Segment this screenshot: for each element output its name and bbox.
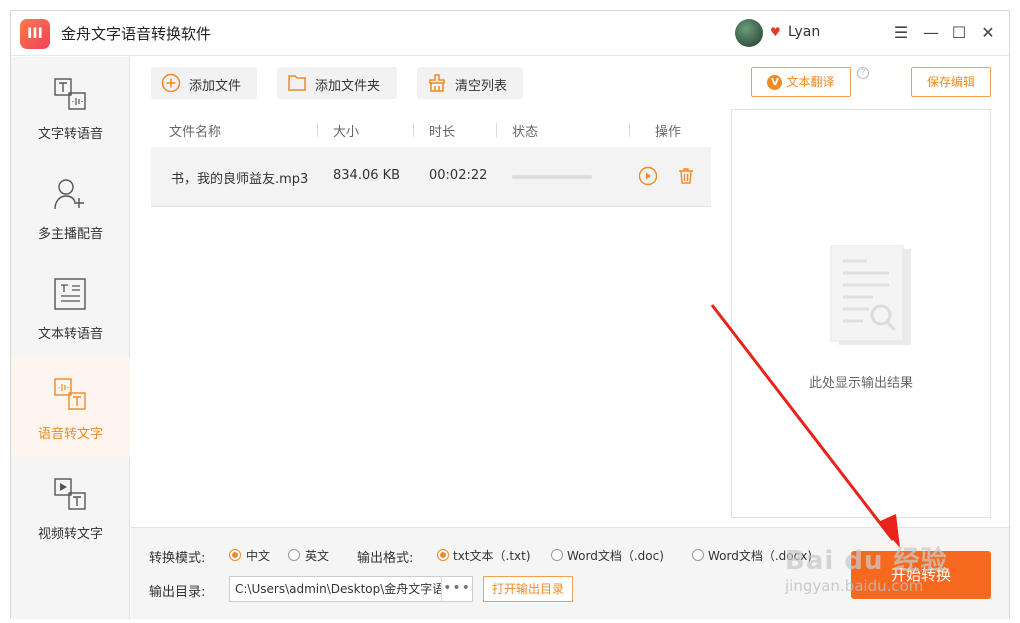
help-icon[interactable]: ? bbox=[857, 67, 869, 79]
sidebar-item-label: 文本转语音 bbox=[37, 327, 103, 342]
format-doc-radio[interactable] bbox=[551, 549, 563, 561]
col-separator bbox=[317, 123, 318, 137]
file-name-cell: 书，我的良师益友.mp3 bbox=[171, 172, 309, 187]
sidebar-item-label: 多主播配音 bbox=[37, 227, 103, 242]
col-separator bbox=[413, 123, 414, 137]
clear-list-label: 清空列表 bbox=[455, 79, 508, 94]
clear-list-button[interactable]: 清空列表 bbox=[417, 67, 523, 99]
add-file-label: 添加文件 bbox=[189, 79, 242, 94]
text-translate-label: 文本翻译 bbox=[786, 75, 835, 89]
format-doc-label[interactable]: Word文档（.doc) bbox=[567, 547, 664, 564]
output-dir-label: 输出目录: bbox=[149, 585, 206, 600]
output-placeholder-text: 此处显示输出结果 bbox=[808, 376, 913, 391]
status-progress-bar bbox=[512, 175, 592, 179]
empty-document-search-icon bbox=[830, 245, 911, 345]
sidebar-item-video-to-text[interactable]: 视频转文字 bbox=[11, 457, 130, 557]
col-separator bbox=[496, 123, 497, 137]
trash-icon[interactable] bbox=[676, 166, 696, 186]
col-header-name: 文件名称 bbox=[169, 125, 222, 140]
col-header-size: 大小 bbox=[333, 125, 360, 140]
open-output-dir-button[interactable]: 打开输出目录 bbox=[483, 576, 573, 602]
sidebar-item-doc-to-speech[interactable]: 文本转语音 bbox=[11, 257, 130, 357]
sidebar: 文字转语音 多主播配音 文本转语音 语音转文字 视频转文字 bbox=[11, 57, 130, 619]
add-file-button[interactable]: 添加文件 bbox=[151, 67, 257, 99]
output-dir-input[interactable]: C:\Users\admin\Desktop\金舟文字语音转换软件 bbox=[229, 576, 473, 602]
sidebar-item-label: 文字转语音 bbox=[37, 127, 103, 142]
text-to-speech-icon bbox=[54, 78, 86, 110]
table-row[interactable]: 书，我的良师益友.mp3 834.06 KB 00:02:22 bbox=[151, 147, 711, 207]
col-header-duration: 时长 bbox=[429, 125, 456, 140]
format-txt-label[interactable]: txt文本（.txt) bbox=[453, 547, 531, 564]
format-label: 输出格式: bbox=[357, 551, 414, 566]
app-title: 金舟文字语音转换软件 bbox=[61, 25, 212, 43]
file-size-cell: 834.06 KB bbox=[333, 168, 401, 183]
format-docx-radio[interactable] bbox=[692, 549, 704, 561]
text-translate-button[interactable]: V 文本翻译 bbox=[751, 67, 851, 97]
watermark-url: jingyan.baidu.com bbox=[785, 577, 924, 595]
video-to-text-icon bbox=[54, 478, 86, 510]
user-name[interactable]: Lyan bbox=[788, 24, 820, 40]
add-folder-label: 添加文件夹 bbox=[315, 79, 381, 94]
save-edit-button[interactable]: 保存编辑 bbox=[911, 67, 991, 97]
app-logo-icon: III bbox=[20, 19, 50, 49]
watermark-logo: Bai du 经验 bbox=[785, 546, 948, 576]
sidebar-item-label: 语音转文字 bbox=[37, 427, 103, 442]
sidebar-item-speech-to-text[interactable]: 语音转文字 bbox=[11, 357, 130, 457]
col-separator bbox=[629, 123, 630, 137]
mode-english-label[interactable]: 英文 bbox=[305, 547, 329, 564]
mode-chinese-radio[interactable] bbox=[229, 549, 241, 561]
mode-english-radio[interactable] bbox=[288, 549, 300, 561]
speech-to-text-icon bbox=[54, 378, 86, 410]
file-table-header: 文件名称 大小 时长 状态 操作 bbox=[151, 115, 711, 145]
sidebar-item-multi-voice[interactable]: 多主播配音 bbox=[11, 157, 130, 257]
play-icon[interactable] bbox=[638, 166, 658, 186]
translate-v-icon: V bbox=[767, 75, 783, 90]
mode-label: 转换模式: bbox=[149, 551, 206, 566]
user-add-icon bbox=[54, 179, 84, 210]
add-folder-button[interactable]: 添加文件夹 bbox=[277, 67, 397, 99]
broom-icon bbox=[429, 74, 445, 92]
user-avatar[interactable] bbox=[735, 19, 763, 47]
maximize-button[interactable]: ☐ bbox=[947, 21, 971, 45]
col-header-status: 状态 bbox=[512, 125, 539, 140]
title-bar: III 金舟文字语音转换软件 ♥ Lyan ☰ — ☐ ✕ bbox=[11, 11, 1009, 56]
document-text-icon bbox=[54, 278, 86, 310]
browse-dir-button[interactable]: ••• bbox=[441, 577, 472, 601]
mode-chinese-label[interactable]: 中文 bbox=[246, 547, 270, 564]
minimize-button[interactable]: — bbox=[919, 21, 943, 45]
menu-button[interactable]: ☰ bbox=[889, 21, 913, 45]
sidebar-item-label: 视频转文字 bbox=[37, 527, 103, 542]
close-button[interactable]: ✕ bbox=[976, 21, 1000, 45]
file-duration-cell: 00:02:22 bbox=[429, 168, 488, 183]
folder-icon bbox=[288, 75, 306, 91]
format-txt-radio[interactable] bbox=[437, 549, 449, 561]
output-result-panel: 此处显示输出结果 bbox=[731, 109, 991, 518]
plus-circle-icon bbox=[161, 73, 181, 93]
app-window: III 金舟文字语音转换软件 ♥ Lyan ☰ — ☐ ✕ 文字转语音 多主播配… bbox=[10, 10, 1010, 619]
vip-heart-icon: ♥ bbox=[770, 25, 781, 39]
sidebar-item-text-to-speech[interactable]: 文字转语音 bbox=[11, 57, 130, 157]
col-header-actions: 操作 bbox=[655, 125, 682, 140]
